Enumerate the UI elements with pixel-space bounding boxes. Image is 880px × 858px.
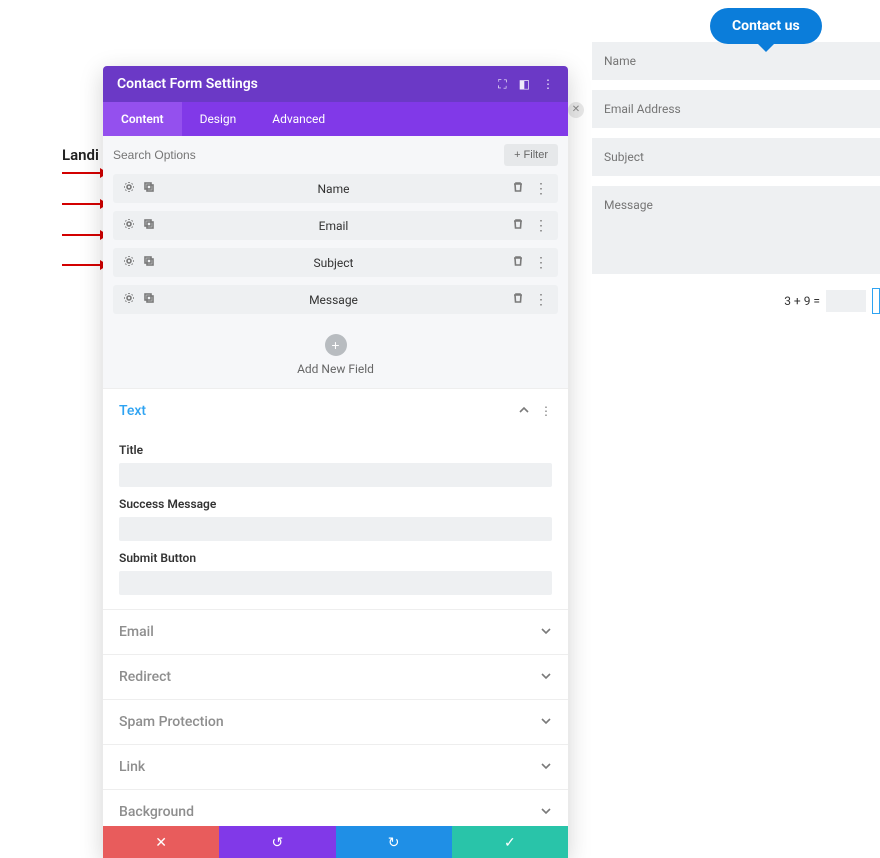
section-title: Redirect (119, 669, 171, 685)
tab-content[interactable]: Content (103, 102, 182, 136)
section-title: Background (119, 804, 194, 820)
close-icon[interactable]: ✕ (568, 102, 584, 118)
chevron-down-icon (540, 625, 552, 640)
field-label: Subject (155, 256, 512, 270)
duplicate-icon[interactable] (143, 181, 155, 196)
captcha-input[interactable] (826, 290, 866, 312)
duplicate-icon[interactable] (143, 292, 155, 307)
field-row[interactable]: Subject ⋮ (113, 248, 558, 277)
more-icon[interactable]: ⋮ (534, 219, 548, 233)
modal-tabs: Content Design Advanced (103, 102, 568, 136)
gear-icon[interactable] (123, 255, 135, 270)
submit-input[interactable] (119, 571, 552, 595)
contact-us-bubble: Contact us (710, 8, 822, 44)
title-label: Title (119, 443, 552, 457)
success-label: Success Message (119, 497, 552, 511)
undo-button[interactable]: ↺ (219, 826, 335, 858)
more-icon[interactable]: ⋮ (534, 182, 548, 196)
trash-icon[interactable] (512, 292, 524, 307)
chevron-down-icon (540, 760, 552, 775)
page-heading-partial: Landi (62, 146, 99, 164)
title-input[interactable] (119, 463, 552, 487)
chevron-down-icon (540, 805, 552, 820)
success-input[interactable] (119, 517, 552, 541)
section-title: Link (119, 759, 145, 775)
modal-header: Contact Form Settings ⛶ ◧ ⋮ (103, 66, 568, 102)
section-header[interactable]: Spam Protection (103, 700, 568, 744)
section-text-title: Text (119, 403, 146, 419)
section-title: Spam Protection (119, 714, 224, 730)
tab-advanced[interactable]: Advanced (254, 102, 343, 136)
gear-icon[interactable] (123, 181, 135, 196)
save-button[interactable]: ✓ (452, 826, 568, 858)
name-field[interactable] (592, 42, 880, 80)
chevron-up-icon (518, 404, 530, 419)
section-text-header[interactable]: Text ⋮ (103, 389, 568, 433)
more-icon[interactable]: ⋮ (542, 77, 554, 91)
gear-icon[interactable] (123, 292, 135, 307)
field-label: Email (155, 219, 512, 233)
field-label: Name (155, 182, 512, 196)
cancel-button[interactable]: ✕ (103, 826, 219, 858)
field-row[interactable]: Name ⋮ (113, 174, 558, 203)
filter-button[interactable]: +Filter (504, 144, 558, 166)
section-title: Email (119, 624, 154, 640)
modal-title: Contact Form Settings (117, 76, 258, 92)
field-label: Message (155, 293, 512, 307)
search-input[interactable] (113, 148, 504, 162)
trash-icon[interactable] (512, 181, 524, 196)
duplicate-icon[interactable] (143, 255, 155, 270)
captcha-row: 3 + 9 = (592, 288, 880, 314)
more-icon[interactable]: ⋮ (534, 293, 548, 307)
chevron-down-icon (540, 670, 552, 685)
duplicate-icon[interactable] (143, 218, 155, 233)
message-field[interactable] (592, 186, 880, 274)
form-preview: 3 + 9 = (592, 42, 880, 314)
field-row[interactable]: Message ⋮ (113, 285, 558, 314)
section-header[interactable]: Background (103, 790, 568, 826)
section-header[interactable]: Redirect (103, 655, 568, 699)
section-header[interactable]: Email (103, 610, 568, 654)
add-field-button[interactable]: + (325, 334, 347, 356)
trash-icon[interactable] (512, 255, 524, 270)
captcha-question: 3 + 9 = (784, 294, 820, 308)
captcha-submit[interactable] (872, 288, 880, 314)
add-field-label: Add New Field (103, 362, 568, 376)
panel-icon[interactable]: ◧ (519, 77, 530, 91)
tab-design[interactable]: Design (182, 102, 255, 136)
modal-footer: ✕ ↺ ↻ ✓ (103, 826, 568, 858)
trash-icon[interactable] (512, 218, 524, 233)
chevron-down-icon (540, 715, 552, 730)
expand-icon[interactable]: ⛶ (498, 77, 506, 92)
section-more-icon[interactable]: ⋮ (540, 404, 552, 418)
field-row[interactable]: Email ⋮ (113, 211, 558, 240)
email-field[interactable] (592, 90, 880, 128)
subject-field[interactable] (592, 138, 880, 176)
redo-button[interactable]: ↻ (336, 826, 452, 858)
settings-modal: Contact Form Settings ⛶ ◧ ⋮ Content Desi… (103, 66, 568, 858)
gear-icon[interactable] (123, 218, 135, 233)
section-header[interactable]: Link (103, 745, 568, 789)
submit-label: Submit Button (119, 551, 552, 565)
more-icon[interactable]: ⋮ (534, 256, 548, 270)
